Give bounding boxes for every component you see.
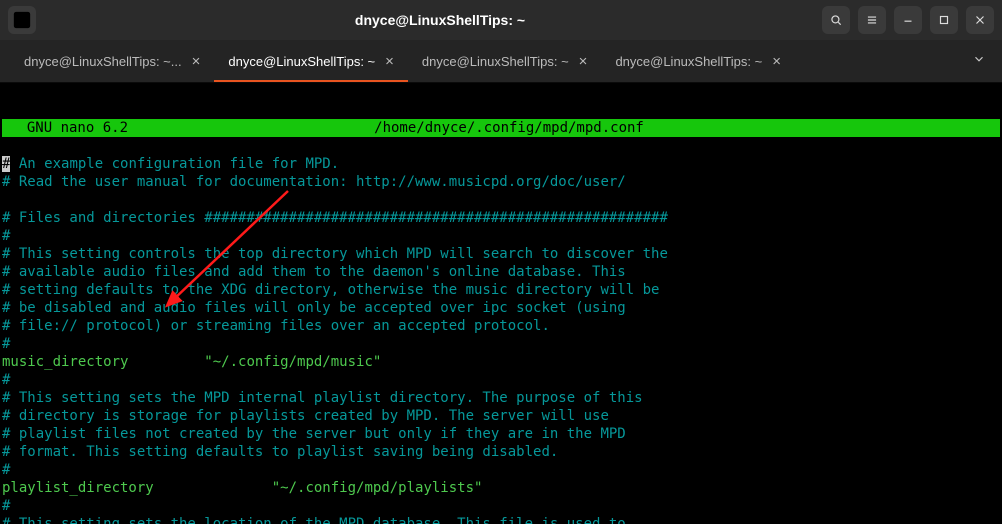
file-line: # playlist files not created by the serv… xyxy=(2,426,626,442)
close-icon[interactable]: × xyxy=(772,54,781,69)
tab-2[interactable]: dnyce@LinuxShellTips: ~ × xyxy=(214,40,408,82)
file-line: # xyxy=(2,228,10,244)
window-title: dnyce@LinuxShellTips: ~ xyxy=(58,12,822,28)
file-line: # available audio files and add them to … xyxy=(2,264,626,280)
file-line: # xyxy=(2,372,10,388)
tabs-overflow-button[interactable] xyxy=(966,52,992,71)
nano-version: GNU nano 6.2 xyxy=(2,119,128,137)
file-line: # xyxy=(2,462,10,478)
tab-label: dnyce@LinuxShellTips: ~ xyxy=(422,54,569,69)
file-line: # xyxy=(2,498,10,514)
tab-3[interactable]: dnyce@LinuxShellTips: ~ × xyxy=(408,40,602,82)
new-tab-button[interactable] xyxy=(8,6,36,34)
config-key-playlist-dir: playlist_directory xyxy=(2,480,154,496)
tab-label: dnyce@LinuxShellTips: ~ xyxy=(228,54,375,69)
file-line: # Read the user manual for documentation… xyxy=(2,174,626,190)
tabs-bar: dnyce@LinuxShellTips: ~... × dnyce@Linux… xyxy=(0,40,1002,83)
file-line: # This setting sets the location of the … xyxy=(2,516,626,524)
hamburger-menu-button[interactable] xyxy=(858,6,886,34)
file-line: # setting defaults to the XDG directory,… xyxy=(2,282,659,298)
close-icon[interactable]: × xyxy=(579,54,588,69)
tab-4[interactable]: dnyce@LinuxShellTips: ~ × xyxy=(601,40,795,82)
maximize-button[interactable] xyxy=(930,6,958,34)
file-line: # directory is storage for playlists cre… xyxy=(2,408,609,424)
file-line: # This setting controls the top director… xyxy=(2,246,668,262)
file-line: An example configuration file for MPD. xyxy=(10,156,339,172)
file-line: # This setting sets the MPD internal pla… xyxy=(2,390,643,406)
tab-label: dnyce@LinuxShellTips: ~... xyxy=(24,54,182,69)
config-val-music-dir: "~/.config/mpd/music" xyxy=(204,354,381,370)
file-line: # file:// protocol) or streaming files o… xyxy=(2,318,550,334)
file-line: # Files and directories ################… xyxy=(2,210,668,226)
minimize-button[interactable] xyxy=(894,6,922,34)
search-button[interactable] xyxy=(822,6,850,34)
close-window-button[interactable] xyxy=(966,6,994,34)
terminal-pane[interactable]: GNU nano 6.2 /home/dnyce/.config/mpd/mpd… xyxy=(0,83,1002,524)
file-line: # format. This setting defaults to playl… xyxy=(2,444,558,460)
nano-titlebar: GNU nano 6.2 /home/dnyce/.config/mpd/mpd… xyxy=(2,119,1000,137)
close-icon[interactable]: × xyxy=(385,54,394,69)
tab-label: dnyce@LinuxShellTips: ~ xyxy=(615,54,762,69)
tab-1[interactable]: dnyce@LinuxShellTips: ~... × xyxy=(10,40,214,82)
window-titlebar: dnyce@LinuxShellTips: ~ xyxy=(0,0,1002,40)
file-line: # be disabled and audio files will only … xyxy=(2,300,626,316)
config-key-music-dir: music_directory xyxy=(2,354,128,370)
close-icon[interactable]: × xyxy=(192,54,201,69)
config-val-playlist-dir: "~/.config/mpd/playlists" xyxy=(272,480,483,496)
file-line: # xyxy=(2,336,10,352)
nano-file-path: /home/dnyce/.config/mpd/mpd.conf xyxy=(374,119,644,137)
